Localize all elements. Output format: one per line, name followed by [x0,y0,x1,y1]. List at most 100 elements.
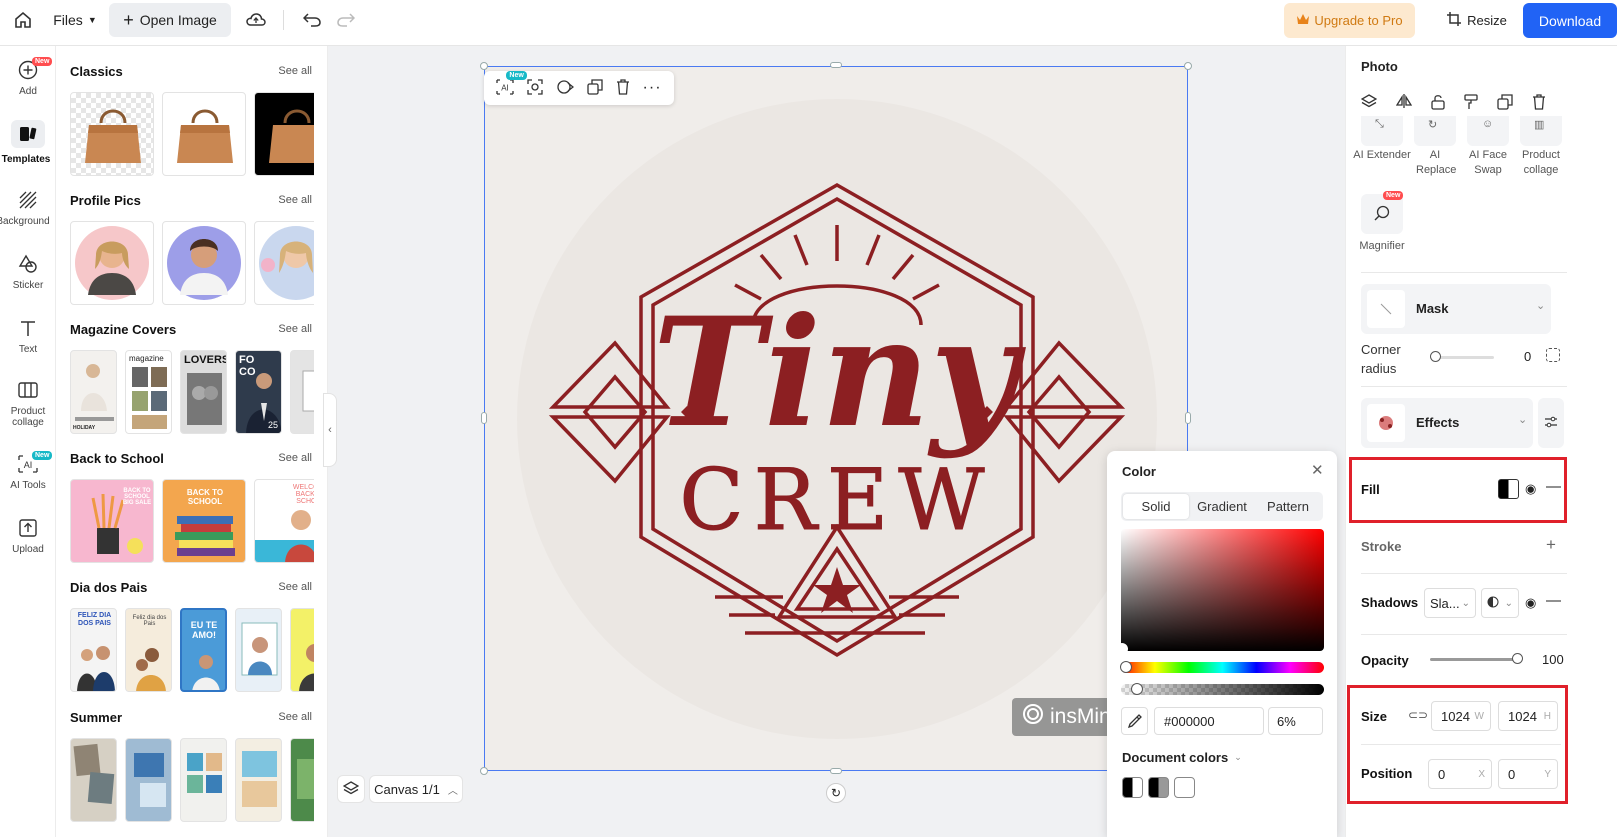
paint-roller-icon[interactable] [1464,94,1478,113]
upgrade-button[interactable]: Upgrade to Pro [1284,3,1415,38]
cloud-icon[interactable] [243,7,269,33]
template-thumb[interactable] [254,221,314,305]
tab-solid[interactable]: Solid [1123,494,1189,519]
redo-icon[interactable] [334,7,358,33]
color-swatch[interactable] [1148,777,1169,798]
color-swatch[interactable] [1122,777,1143,798]
tab-gradient[interactable]: Gradient [1189,494,1255,519]
eyedropper-icon[interactable] [1121,707,1148,735]
template-thumb[interactable] [235,608,282,692]
nav-item-upload[interactable]: Upload [0,518,56,555]
resize-button[interactable]: Resize [1440,3,1514,37]
see-all-link[interactable]: See all [278,711,312,723]
resize-handle-top-right[interactable] [1184,62,1192,70]
opacity-input[interactable]: 6% [1268,707,1323,735]
template-thumb[interactable]: LOVERS [180,350,227,434]
see-all-link[interactable]: See all [278,452,312,464]
template-thumb[interactable] [235,738,282,822]
resize-handle-top[interactable] [830,62,842,68]
resize-handle-right[interactable] [1185,412,1191,424]
template-thumb[interactable] [70,221,154,305]
download-button[interactable]: Download [1523,3,1617,38]
corner-expand-icon[interactable] [1546,348,1560,362]
layers-button[interactable] [337,775,365,803]
unlock-icon[interactable] [1431,94,1445,113]
artboard-image[interactable]: Tiny CREW [484,66,1188,771]
ai-face-swap-button[interactable]: ☺ [1467,116,1509,146]
corner-radius-slider[interactable] [1434,356,1494,359]
shadow-color-dropdown[interactable]: ⌄ [1481,588,1519,618]
resize-handle-bottom-left[interactable] [480,767,488,775]
duplicate-icon[interactable] [1497,94,1513,113]
see-all-link[interactable]: See all [278,323,312,335]
ai-tools-icon[interactable]: AI New [496,70,527,98]
plus-icon[interactable]: + [1546,535,1556,555]
files-menu[interactable]: Files ▼ [50,5,100,35]
template-thumb[interactable] [70,92,154,176]
resize-handle-bottom[interactable] [830,768,842,774]
nav-item-product-collage[interactable]: Product collage [0,380,56,428]
template-thumb[interactable]: FELIZ DIA DOS PAIS [70,608,117,692]
template-thumb[interactable]: WELCOME BACK TO SCHOOL [254,479,314,563]
home-icon[interactable] [10,7,36,33]
template-thumb[interactable]: Feliz dia dos Pais [125,608,172,692]
open-image-button[interactable]: + Open Image [109,3,231,37]
template-thumb[interactable]: BACK TO SCHOOL BIG SALE [70,479,154,563]
nav-item-background[interactable]: Background [0,190,56,227]
shadow-style-dropdown[interactable]: Sla... ⌄ [1424,588,1476,618]
undo-icon[interactable] [300,7,324,33]
see-all-link[interactable]: See all [278,65,312,77]
template-thumb[interactable] [254,92,314,176]
trash-icon[interactable] [616,78,630,98]
template-thumb[interactable] [125,738,172,822]
focus-icon[interactable] [527,78,543,98]
template-thumb[interactable] [180,738,227,822]
template-thumb[interactable] [162,221,246,305]
hex-input[interactable]: #000000 [1154,707,1264,735]
layers-icon[interactable] [1360,94,1378,113]
see-all-link[interactable]: See all [278,581,312,593]
nav-item-templates[interactable]: Templates [0,120,56,165]
tab-pattern[interactable]: Pattern [1255,494,1321,519]
hue-knob[interactable] [1120,661,1132,673]
see-all-link[interactable]: See all [278,194,312,206]
mask-dropdown[interactable]: Mask ⌄ [1361,284,1551,334]
close-icon[interactable]: ✕ [1311,461,1324,479]
opacity-knob[interactable] [1512,653,1523,664]
canvas-page-selector[interactable]: Canvas 1/1 ︿ [369,775,463,803]
corner-radius-knob[interactable] [1430,351,1441,362]
template-thumb[interactable]: HOLIDAY [70,350,117,434]
duplicate-icon[interactable] [587,78,603,98]
template-thumb[interactable] [290,350,314,434]
effects-dropdown[interactable]: Effects ⌄ [1361,398,1533,448]
document-colors-toggle[interactable]: Document colors ⌄ [1122,750,1242,765]
opacity-slider[interactable] [1430,658,1520,661]
ai-replace-button[interactable]: ↻ [1414,116,1456,146]
alpha-slider[interactable] [1121,683,1324,695]
flip-icon[interactable] [1395,94,1413,113]
template-thumb[interactable]: magazine [125,350,172,434]
effects-settings-button[interactable] [1538,398,1564,448]
magnifier-button[interactable]: New [1361,191,1404,234]
product-collage-button[interactable]: ▥ [1520,116,1562,146]
template-thumb[interactable]: FOCO 25 [235,350,282,434]
rotate-icon[interactable]: ↻ [826,783,846,803]
collapse-panel-handle[interactable]: ‹ [323,393,337,467]
trash-icon[interactable] [1532,94,1546,113]
saturation-picker[interactable] [1116,529,1324,655]
nav-item-add[interactable]: New Add [0,57,56,97]
eye-icon[interactable]: ◉ [1525,595,1536,611]
hue-slider[interactable] [1120,661,1324,673]
ai-extender-button[interactable]: ⤡ [1361,116,1403,146]
nav-item-text[interactable]: Text [0,318,56,355]
minus-icon[interactable]: — [1546,592,1561,609]
saturation-knob[interactable] [1116,643,1128,655]
more-icon[interactable]: ··· [643,79,662,97]
template-thumb[interactable] [290,738,314,822]
nav-item-sticker[interactable]: Sticker [0,254,56,291]
template-thumb[interactable] [290,608,314,692]
resize-handle-top-left[interactable] [480,62,488,70]
alpha-knob[interactable] [1131,683,1143,695]
template-thumb[interactable]: BACK TO SCHOOL [162,479,246,563]
template-thumb[interactable] [162,92,246,176]
